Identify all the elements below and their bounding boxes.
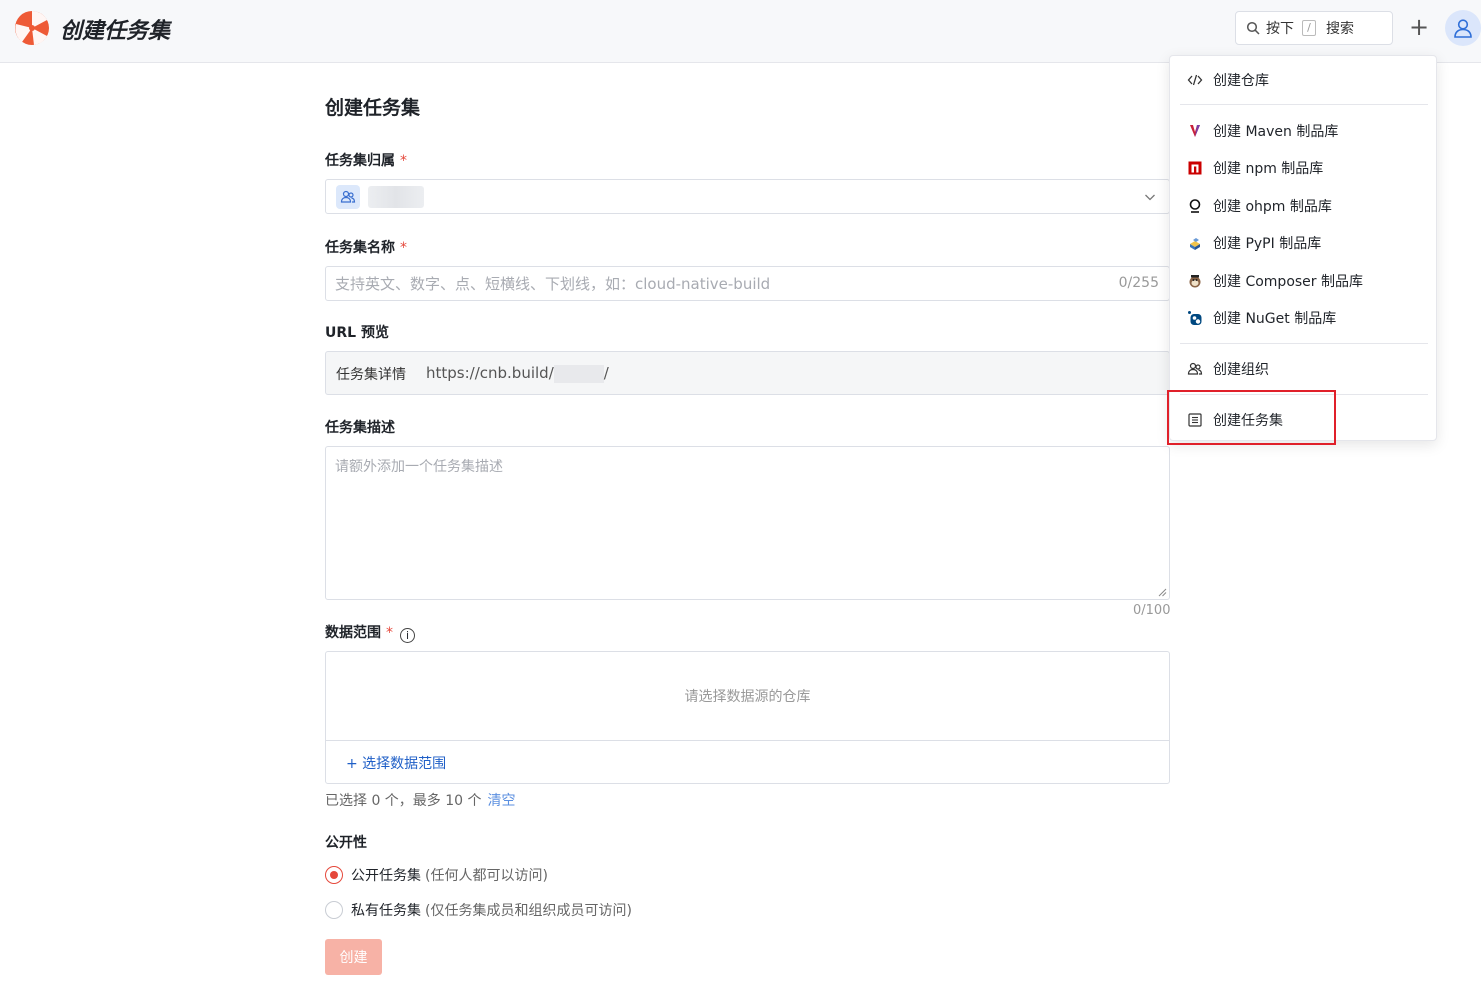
menu-item-create-nuget[interactable]: 创建 NuGet 制品库 (1170, 300, 1436, 336)
name-char-counter: 0/255 (1118, 275, 1159, 291)
menu-item-label: 创建仓库 (1213, 73, 1269, 89)
top-header: 创建任务集 按下 / 搜索 + (0, 0, 1481, 63)
description-label: 任务集描述 (325, 420, 395, 436)
code-icon (1187, 72, 1203, 88)
composer-icon (1187, 273, 1203, 289)
required-mark: * (386, 625, 393, 641)
ohpm-icon (1187, 198, 1203, 214)
menu-divider (1180, 394, 1428, 395)
logo-icon[interactable] (14, 10, 50, 46)
menu-item-label: 创建任务集 (1213, 413, 1283, 429)
search-box[interactable]: 按下 / 搜索 (1235, 11, 1393, 45)
menu-item-create-organization[interactable]: 创建组织 (1170, 351, 1436, 387)
scope-box: 请选择数据源的仓库 + 选择数据范围 (325, 651, 1170, 784)
create-plus-button[interactable]: + (1408, 13, 1430, 43)
search-prefix: 按下 (1266, 21, 1294, 37)
clear-scope-link[interactable]: 清空 (488, 793, 516, 809)
owner-label-text: 任务集归属 (325, 153, 395, 169)
menu-item-create-repo[interactable]: 创建仓库 (1170, 62, 1436, 98)
scope-hint: 已选择 0 个，最多 10 个清空 (325, 790, 516, 810)
visibility-label: 公开性 (325, 835, 367, 851)
menu-item-create-npm[interactable]: 创建 npm 制品库 (1170, 150, 1436, 186)
url-preview-box: 任务集详情 https://cnb.build/ / (325, 351, 1170, 395)
radio-private[interactable]: 私有任务集 (仅任务集成员和组织成员可访问) (325, 900, 632, 920)
resize-grip-icon[interactable] (1158, 588, 1167, 597)
organization-badge (336, 185, 360, 209)
name-label: 任务集名称 * (325, 237, 407, 257)
radio-private-button[interactable] (325, 901, 343, 919)
menu-divider (1180, 343, 1428, 344)
menu-item-label: 创建 ohpm 制品库 (1213, 199, 1332, 215)
radio-public-sub: (任何人都可以访问) (425, 868, 548, 884)
scope-label: 数据范围 * i (325, 622, 415, 643)
user-avatar[interactable] (1445, 10, 1481, 46)
scope-empty-text: 请选择数据源的仓库 (326, 652, 1169, 741)
menu-item-label: 创建 npm 制品库 (1213, 161, 1324, 177)
owner-select[interactable] (325, 179, 1170, 214)
menu-item-label: 创建 Maven 制品库 (1213, 124, 1339, 140)
scope-label-text: 数据范围 (325, 625, 381, 641)
app-title: 创建任务集 (60, 19, 171, 44)
required-mark: * (400, 240, 407, 256)
user-icon (1454, 19, 1472, 38)
nuget-icon (1187, 310, 1203, 326)
npm-icon (1187, 160, 1203, 176)
url-preview-value: https://cnb.build/ / (426, 364, 609, 383)
description-textarea[interactable] (326, 447, 1169, 599)
url-preview-prefix: 任务集详情 (336, 367, 406, 383)
radio-private-label: 私有任务集 (351, 903, 421, 919)
organization-icon (1187, 361, 1203, 377)
info-icon[interactable]: i (400, 628, 415, 643)
create-dropdown-menu: 创建仓库 创建 Maven 制品库 创建 npm 制品库 创建 ohpm 制品库… (1169, 55, 1437, 441)
url-tail: / (603, 364, 609, 382)
description-field[interactable] (325, 446, 1170, 600)
menu-divider (1180, 104, 1428, 105)
add-scope-button[interactable]: + 选择数据范围 (346, 753, 446, 773)
name-label-text: 任务集名称 (325, 240, 395, 256)
menu-item-create-ohpm[interactable]: 创建 ohpm 制品库 (1170, 188, 1436, 224)
url-redacted (553, 364, 604, 383)
name-input[interactable] (326, 267, 1169, 300)
menu-item-create-maven[interactable]: 创建 Maven 制品库 (1170, 113, 1436, 149)
menu-item-create-task-set[interactable]: 创建任务集 (1170, 402, 1436, 438)
owner-label: 任务集归属 * (325, 150, 407, 170)
radio-public-label: 公开任务集 (351, 868, 421, 884)
radio-private-sub: (仅任务集成员和组织成员可访问) (425, 903, 632, 919)
name-field[interactable]: 0/255 (325, 266, 1170, 301)
url-preview-label: URL 预览 (325, 325, 389, 341)
owner-name-redacted (368, 186, 424, 208)
menu-item-label: 创建组织 (1213, 362, 1269, 378)
menu-item-label: 创建 PyPI 制品库 (1213, 236, 1322, 252)
create-button[interactable]: 创建 (325, 939, 382, 975)
url-base: https://cnb.build/ (426, 364, 554, 382)
chevron-down-icon (1145, 194, 1155, 201)
maven-icon (1187, 123, 1203, 139)
radio-public[interactable]: 公开任务集 (任何人都可以访问) (325, 865, 548, 885)
shortcut-key: / (1302, 20, 1316, 36)
description-char-counter: 0/100 (1133, 603, 1171, 618)
radio-public-button[interactable] (325, 866, 343, 884)
task-list-icon (1187, 412, 1203, 428)
menu-item-label: 创建 NuGet 制品库 (1213, 311, 1337, 327)
search-icon (1246, 21, 1260, 35)
pypi-icon (1187, 235, 1203, 251)
page-title: 创建任务集 (325, 97, 421, 119)
menu-item-label: 创建 Composer 制品库 (1213, 274, 1363, 290)
scope-hint-text: 已选择 0 个，最多 10 个 (325, 793, 482, 809)
required-mark: * (400, 153, 407, 169)
search-label: 搜索 (1326, 21, 1354, 37)
menu-item-create-pypi[interactable]: 创建 PyPI 制品库 (1170, 225, 1436, 261)
organization-icon (340, 190, 356, 203)
menu-item-create-composer[interactable]: 创建 Composer 制品库 (1170, 263, 1436, 299)
